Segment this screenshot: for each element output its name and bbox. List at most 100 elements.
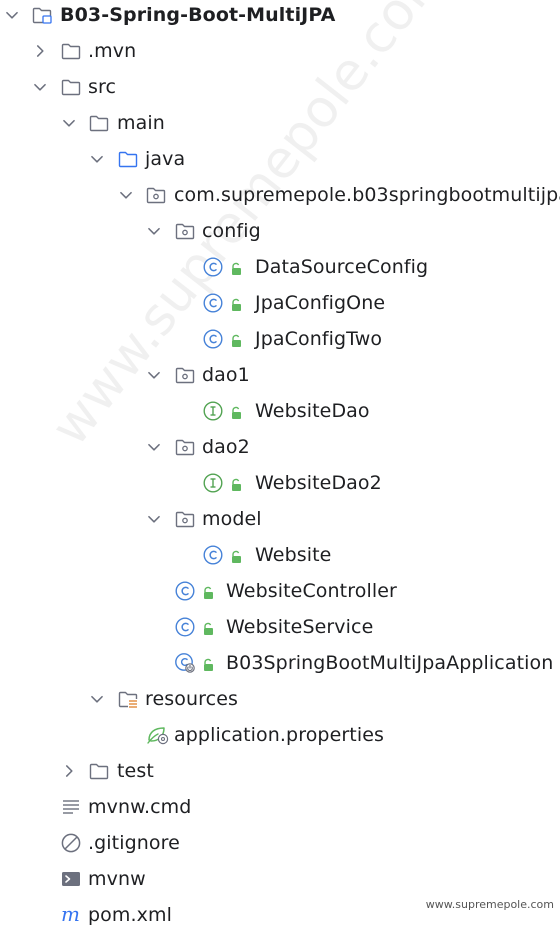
tree-item-config[interactable]: config — [0, 213, 560, 249]
tree-item-websitedao[interactable]: WebsiteDao — [0, 393, 560, 429]
tree-item-websitecontroller[interactable]: WebsiteController — [0, 573, 560, 609]
lock-icon — [229, 333, 243, 347]
tree-item-resources[interactable]: resources — [0, 681, 560, 717]
chevron-right-icon[interactable] — [31, 42, 49, 60]
chevron-down-icon[interactable] — [145, 366, 163, 384]
shell-script-icon — [60, 868, 82, 890]
corner-watermark: www.supremepole.com — [425, 898, 554, 911]
tree-item-label: resources — [145, 688, 238, 710]
lock-icon — [201, 585, 215, 599]
chevron-down-icon[interactable] — [60, 114, 78, 132]
tree-item-mvn[interactable]: .mvn — [0, 33, 560, 69]
package-icon — [174, 220, 196, 242]
tree-item-application[interactable]: B03SpringBootMultiJpaApplication — [0, 645, 560, 681]
tree-item-label: Website — [255, 544, 332, 566]
module-folder-icon — [31, 4, 53, 26]
folder-icon — [88, 760, 110, 782]
tree-item-label: src — [88, 76, 117, 98]
tree-item-label: JpaConfigTwo — [255, 328, 383, 350]
tree-item-label: WebsiteService — [226, 616, 374, 638]
tree-item-main[interactable]: main — [0, 105, 560, 141]
class-icon — [202, 328, 224, 350]
tree-item-websiteservice[interactable]: WebsiteService — [0, 609, 560, 645]
tree-item-root[interactable]: B03-Spring-Boot-MultiJPA — [0, 0, 560, 33]
tree-item-jpaconfigone[interactable]: JpaConfigOne — [0, 285, 560, 321]
package-icon — [174, 364, 196, 386]
lock-icon — [201, 657, 215, 671]
tree-item-label: .gitignore — [88, 832, 180, 854]
tree-item-label: com.supremepole.b03springbootmultijpa — [174, 184, 560, 206]
spring-properties-icon — [145, 724, 171, 746]
folder-icon — [60, 40, 82, 62]
tree-item-label: dao1 — [202, 364, 250, 386]
tree-item-mvnw[interactable]: mvnw — [0, 861, 560, 897]
text-file-icon — [60, 796, 82, 818]
tree-item-label: B03SpringBootMultiJpaApplication — [226, 652, 554, 674]
tree-item-label: B03-Spring-Boot-MultiJPA — [60, 4, 336, 26]
package-icon — [174, 436, 196, 458]
tree-item-label: pom.xml — [88, 904, 172, 926]
lock-icon — [201, 621, 215, 635]
tree-item-label: mvnw — [88, 868, 146, 890]
chevron-down-icon[interactable] — [145, 510, 163, 528]
folder-icon — [60, 76, 82, 98]
ignore-file-icon — [60, 832, 82, 854]
tree-item-label: WebsiteController — [226, 580, 397, 602]
lock-icon — [229, 549, 243, 563]
interface-icon — [202, 472, 224, 494]
tree-item-label: application.properties — [174, 724, 385, 746]
chevron-right-icon[interactable] — [60, 762, 78, 780]
chevron-down-icon[interactable] — [145, 438, 163, 456]
chevron-down-icon[interactable] — [31, 78, 49, 96]
class-icon — [174, 616, 196, 638]
tree-item-label: model — [202, 508, 262, 530]
tree-item-dao1[interactable]: dao1 — [0, 357, 560, 393]
class-icon — [202, 544, 224, 566]
tree-item-model[interactable]: model — [0, 501, 560, 537]
tree-item-label: JpaConfigOne — [255, 292, 386, 314]
tree-item-mvnw-cmd[interactable]: mvnw.cmd — [0, 789, 560, 825]
tree-item-label: main — [117, 112, 165, 134]
lock-icon — [229, 297, 243, 311]
tree-item-label: dao2 — [202, 436, 250, 458]
chevron-down-icon[interactable] — [88, 690, 106, 708]
lock-icon — [229, 261, 243, 275]
project-tree: B03-Spring-Boot-MultiJPA .mvn src main j… — [0, 0, 560, 933]
tree-item-label: .mvn — [88, 40, 137, 62]
tree-item-websitedao2[interactable]: WebsiteDao2 — [0, 465, 560, 501]
chevron-down-icon[interactable] — [3, 6, 21, 24]
tree-item-label: test — [117, 760, 154, 782]
lock-icon — [229, 477, 243, 491]
spring-boot-class-icon — [174, 652, 196, 674]
lock-icon — [229, 405, 243, 419]
tree-item-src[interactable]: src — [0, 69, 560, 105]
tree-item-jpaconfigtwo[interactable]: JpaConfigTwo — [0, 321, 560, 357]
tree-item-label: mvnw.cmd — [88, 796, 192, 818]
tree-item-test[interactable]: test — [0, 753, 560, 789]
chevron-down-icon[interactable] — [117, 186, 135, 204]
interface-icon — [202, 400, 224, 422]
tree-item-gitignore[interactable]: .gitignore — [0, 825, 560, 861]
class-icon — [202, 256, 224, 278]
maven-icon — [60, 904, 84, 926]
class-icon — [174, 580, 196, 602]
tree-item-label: DataSourceConfig — [255, 256, 429, 278]
tree-item-label: WebsiteDao — [255, 400, 370, 422]
tree-item-java[interactable]: java — [0, 141, 560, 177]
package-icon — [145, 184, 167, 206]
source-root-folder-icon — [117, 148, 139, 170]
package-icon — [174, 508, 196, 530]
resources-folder-icon — [117, 688, 139, 710]
tree-item-website[interactable]: Website — [0, 537, 560, 573]
tree-item-dao2[interactable]: dao2 — [0, 429, 560, 465]
folder-icon — [88, 112, 110, 134]
tree-item-application-properties[interactable]: application.properties — [0, 717, 560, 753]
chevron-down-icon[interactable] — [145, 222, 163, 240]
tree-item-label: WebsiteDao2 — [255, 472, 382, 494]
tree-item-label: java — [145, 148, 186, 170]
class-icon — [202, 292, 224, 314]
tree-item-datasourceconfig[interactable]: DataSourceConfig — [0, 249, 560, 285]
tree-item-package-root[interactable]: com.supremepole.b03springbootmultijpa — [0, 177, 560, 213]
tree-item-label: config — [202, 220, 261, 242]
chevron-down-icon[interactable] — [88, 150, 106, 168]
